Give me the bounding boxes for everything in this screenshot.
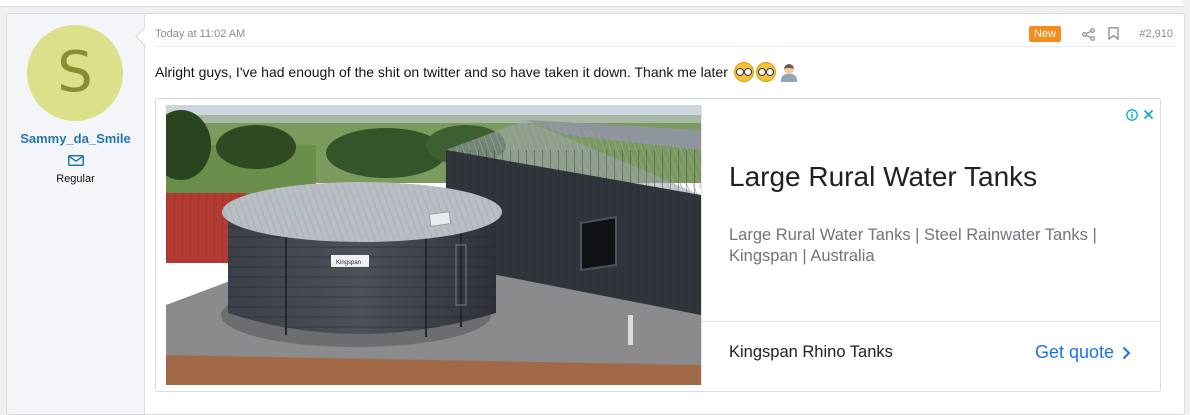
ad-headline[interactable]: Large Rural Water Tanks: [729, 161, 1037, 193]
ad-container[interactable]: Kingspan Large Rural Water Tanks Large R…: [155, 98, 1161, 392]
ad-text-panel[interactable]: Large Rural Water Tanks Large Rural Wate…: [701, 105, 1160, 385]
ad-image[interactable]: Kingspan: [166, 105, 701, 385]
username-link[interactable]: Sammy_da_Smile: [7, 131, 144, 146]
tank-brand-label: Kingspan: [336, 260, 361, 266]
info-icon[interactable]: [1126, 109, 1138, 121]
get-quote-label: Get quote: [1034, 342, 1114, 362]
user-title: Regular: [56, 173, 95, 185]
envelope-icon[interactable]: [68, 155, 84, 166]
bookmark-icon[interactable]: [1108, 27, 1119, 40]
post-message-text: Alright guys, I've had enough of the shi…: [155, 64, 728, 80]
avatar[interactable]: S: [27, 25, 123, 121]
nerd-face-emoji-icon: [755, 62, 776, 82]
post-message: Alright guys, I've had enough of the shi…: [155, 62, 798, 82]
chevron-right-icon: [1122, 346, 1131, 359]
user-cell: S Sammy_da_Smile Regular: [7, 14, 145, 414]
forum-post: S Sammy_da_Smile Regular Today at 11:02 …: [6, 13, 1185, 415]
get-quote-button[interactable]: Get quote: [1035, 342, 1131, 363]
new-badge: New: [1028, 26, 1061, 42]
ad-advertiser[interactable]: Kingspan Rhino Tanks: [729, 343, 893, 362]
post-main: Today at 11:02 AM New #2,910 Alright guy…: [145, 14, 1184, 414]
post-timestamp[interactable]: Today at 11:02 AM: [155, 28, 245, 40]
post-meta: Today at 11:02 AM New #2,910: [155, 14, 1174, 47]
man-technologist-emoji-icon: [780, 62, 798, 82]
nerd-face-emoji-icon: [733, 62, 754, 82]
top-bar: [0, 0, 1183, 7]
share-icon[interactable]: [1082, 28, 1095, 41]
close-icon[interactable]: [1143, 109, 1154, 120]
ad-description: Large Rural Water Tanks | Steel Rainwate…: [729, 226, 1097, 265]
post-number-link[interactable]: #2,910: [1139, 28, 1173, 40]
ad-divider: [702, 321, 1160, 322]
